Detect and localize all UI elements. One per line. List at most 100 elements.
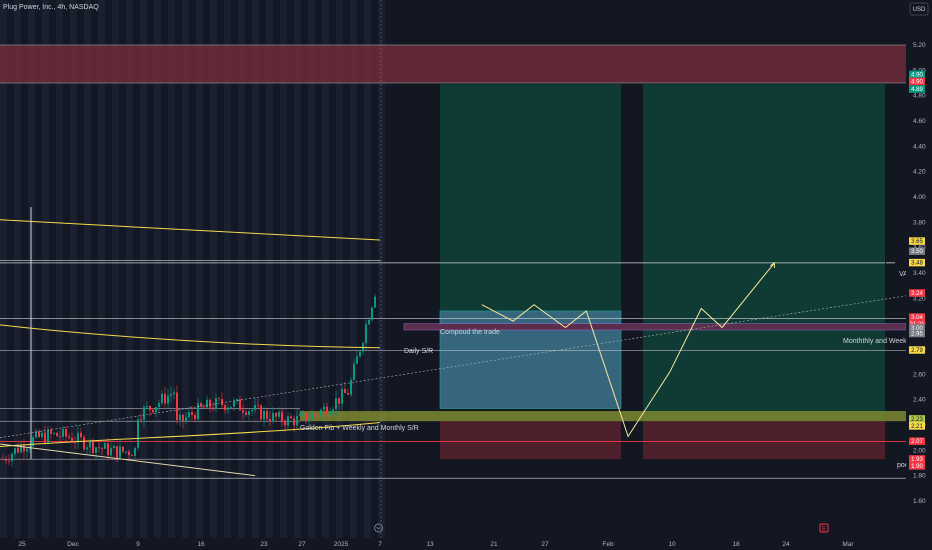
- candle-body: [176, 392, 178, 421]
- candle-body: [335, 398, 337, 410]
- price-badge-text: 4.90: [911, 72, 923, 78]
- candle-body: [314, 413, 316, 415]
- candle-body: [5, 459, 7, 461]
- candle-body: [317, 414, 319, 416]
- candle-body: [164, 393, 166, 404]
- candle-body: [140, 419, 142, 420]
- time-axis[interactable]: 25 Dec 9 16 23 27 2025 7 13 21 27 Feb 10 18 24 Mar: [0, 538, 932, 550]
- candle-body: [8, 460, 10, 462]
- price-tick: 4.60: [913, 118, 926, 125]
- candle-body: [239, 399, 241, 411]
- candle-body: [11, 453, 13, 462]
- candle-body: [323, 406, 325, 410]
- price-tick: 2.60: [913, 371, 926, 378]
- candle-body: [2, 459, 4, 460]
- candle-body: [341, 388, 343, 404]
- price-tick: 4.40: [913, 143, 926, 150]
- time-tick: 9: [136, 541, 140, 548]
- candle-body: [305, 412, 307, 422]
- candle-body: [368, 319, 370, 325]
- candle-body: [113, 446, 115, 449]
- candle-body: [224, 405, 226, 411]
- candle-body: [302, 412, 304, 414]
- price-badge: 3.65: [909, 237, 925, 245]
- price-tick: 3.80: [913, 219, 926, 226]
- candle-body: [41, 432, 43, 438]
- candle-body: [374, 296, 376, 308]
- price-badge: 4.89: [909, 85, 925, 93]
- price-badge-text: 3.65: [911, 239, 923, 245]
- price-tick: 4.20: [913, 169, 926, 176]
- candle-body: [242, 410, 244, 413]
- long-position-1-loss: [440, 421, 621, 460]
- price-badge-text: 2.07: [911, 439, 923, 445]
- candle-body: [329, 412, 331, 415]
- time-tick: 24: [782, 541, 790, 548]
- candle-body: [125, 451, 127, 453]
- candle-body: [62, 429, 64, 437]
- candle-body: [50, 429, 52, 434]
- candle-body: [272, 412, 274, 422]
- candle-body: [245, 412, 247, 415]
- chart-title: Plug Power, Inc., 4h, NASDAQ: [3, 4, 99, 11]
- price-tick: 5.20: [913, 42, 926, 49]
- annotation-compound-trade: Compoud the trade: [440, 329, 500, 336]
- candle-body: [326, 406, 328, 415]
- candle-body: [356, 356, 358, 364]
- time-tick: 27: [541, 541, 549, 548]
- price-badge-text: 3.48: [911, 260, 923, 266]
- candle-body: [212, 407, 214, 410]
- candle-body: [107, 443, 109, 456]
- time-tick: 2025: [334, 541, 349, 548]
- candle-body: [287, 416, 289, 426]
- time-tick: Mar: [842, 541, 854, 548]
- candle-body: [299, 413, 301, 416]
- candle-body: [182, 414, 184, 421]
- annotation-golden-fib: Golden Fib + Weekly and Monthly S/R: [300, 425, 419, 432]
- price-badge: 4.90: [909, 77, 925, 85]
- price-badge-text: 3.50: [911, 249, 923, 255]
- price-badge-text: 2.23: [911, 417, 923, 423]
- candle-body: [137, 419, 139, 448]
- price-badge-text: 2.21: [911, 424, 923, 430]
- candle-body: [89, 440, 91, 448]
- time-tick: 27: [298, 541, 306, 548]
- candle-body: [155, 407, 157, 413]
- candle-body: [293, 418, 295, 426]
- candle-body: [47, 429, 49, 443]
- price-badge-text: 3.24: [911, 291, 923, 297]
- candle-body: [278, 411, 280, 417]
- candle-body: [149, 406, 151, 410]
- time-tick: Feb: [602, 541, 614, 548]
- time-tick: 10: [668, 541, 676, 548]
- candle-body: [101, 448, 103, 449]
- price-axis[interactable]: 1.601.802.002.202.402.602.803.003.203.40…: [906, 0, 932, 538]
- candle-body: [92, 440, 94, 453]
- price-badge: 2.21: [909, 422, 925, 430]
- long-position-1-profit: [440, 84, 621, 311]
- resistance-zone: [0, 45, 906, 83]
- candle-body: [68, 436, 70, 438]
- candle-body: [266, 410, 268, 419]
- candle-body: [194, 414, 196, 420]
- price-badge-text: 4.89: [911, 87, 923, 93]
- price-badge-text: 3.04: [911, 315, 923, 321]
- candle-body: [284, 421, 286, 426]
- candle-body: [251, 409, 253, 412]
- candle-body: [17, 448, 19, 453]
- time-tick: 16: [197, 541, 205, 548]
- price-badge-text: 1.90: [911, 464, 923, 470]
- long-position-2-profit: [643, 84, 885, 422]
- price-badge: 2.07: [909, 437, 925, 445]
- candle-body: [281, 411, 283, 422]
- candle-body: [308, 419, 310, 422]
- price-badge: 4.90: [909, 70, 925, 78]
- candle-body: [26, 448, 28, 452]
- candle-body: [65, 429, 67, 437]
- candle-body: [44, 432, 46, 443]
- candle-body: [173, 392, 175, 395]
- price-chart[interactable]: Compoud the trade Daily S/R Golden Fib +…: [0, 0, 932, 550]
- price-badge: 2.95: [909, 329, 925, 337]
- candle-body: [311, 413, 313, 420]
- candle-body: [59, 436, 61, 437]
